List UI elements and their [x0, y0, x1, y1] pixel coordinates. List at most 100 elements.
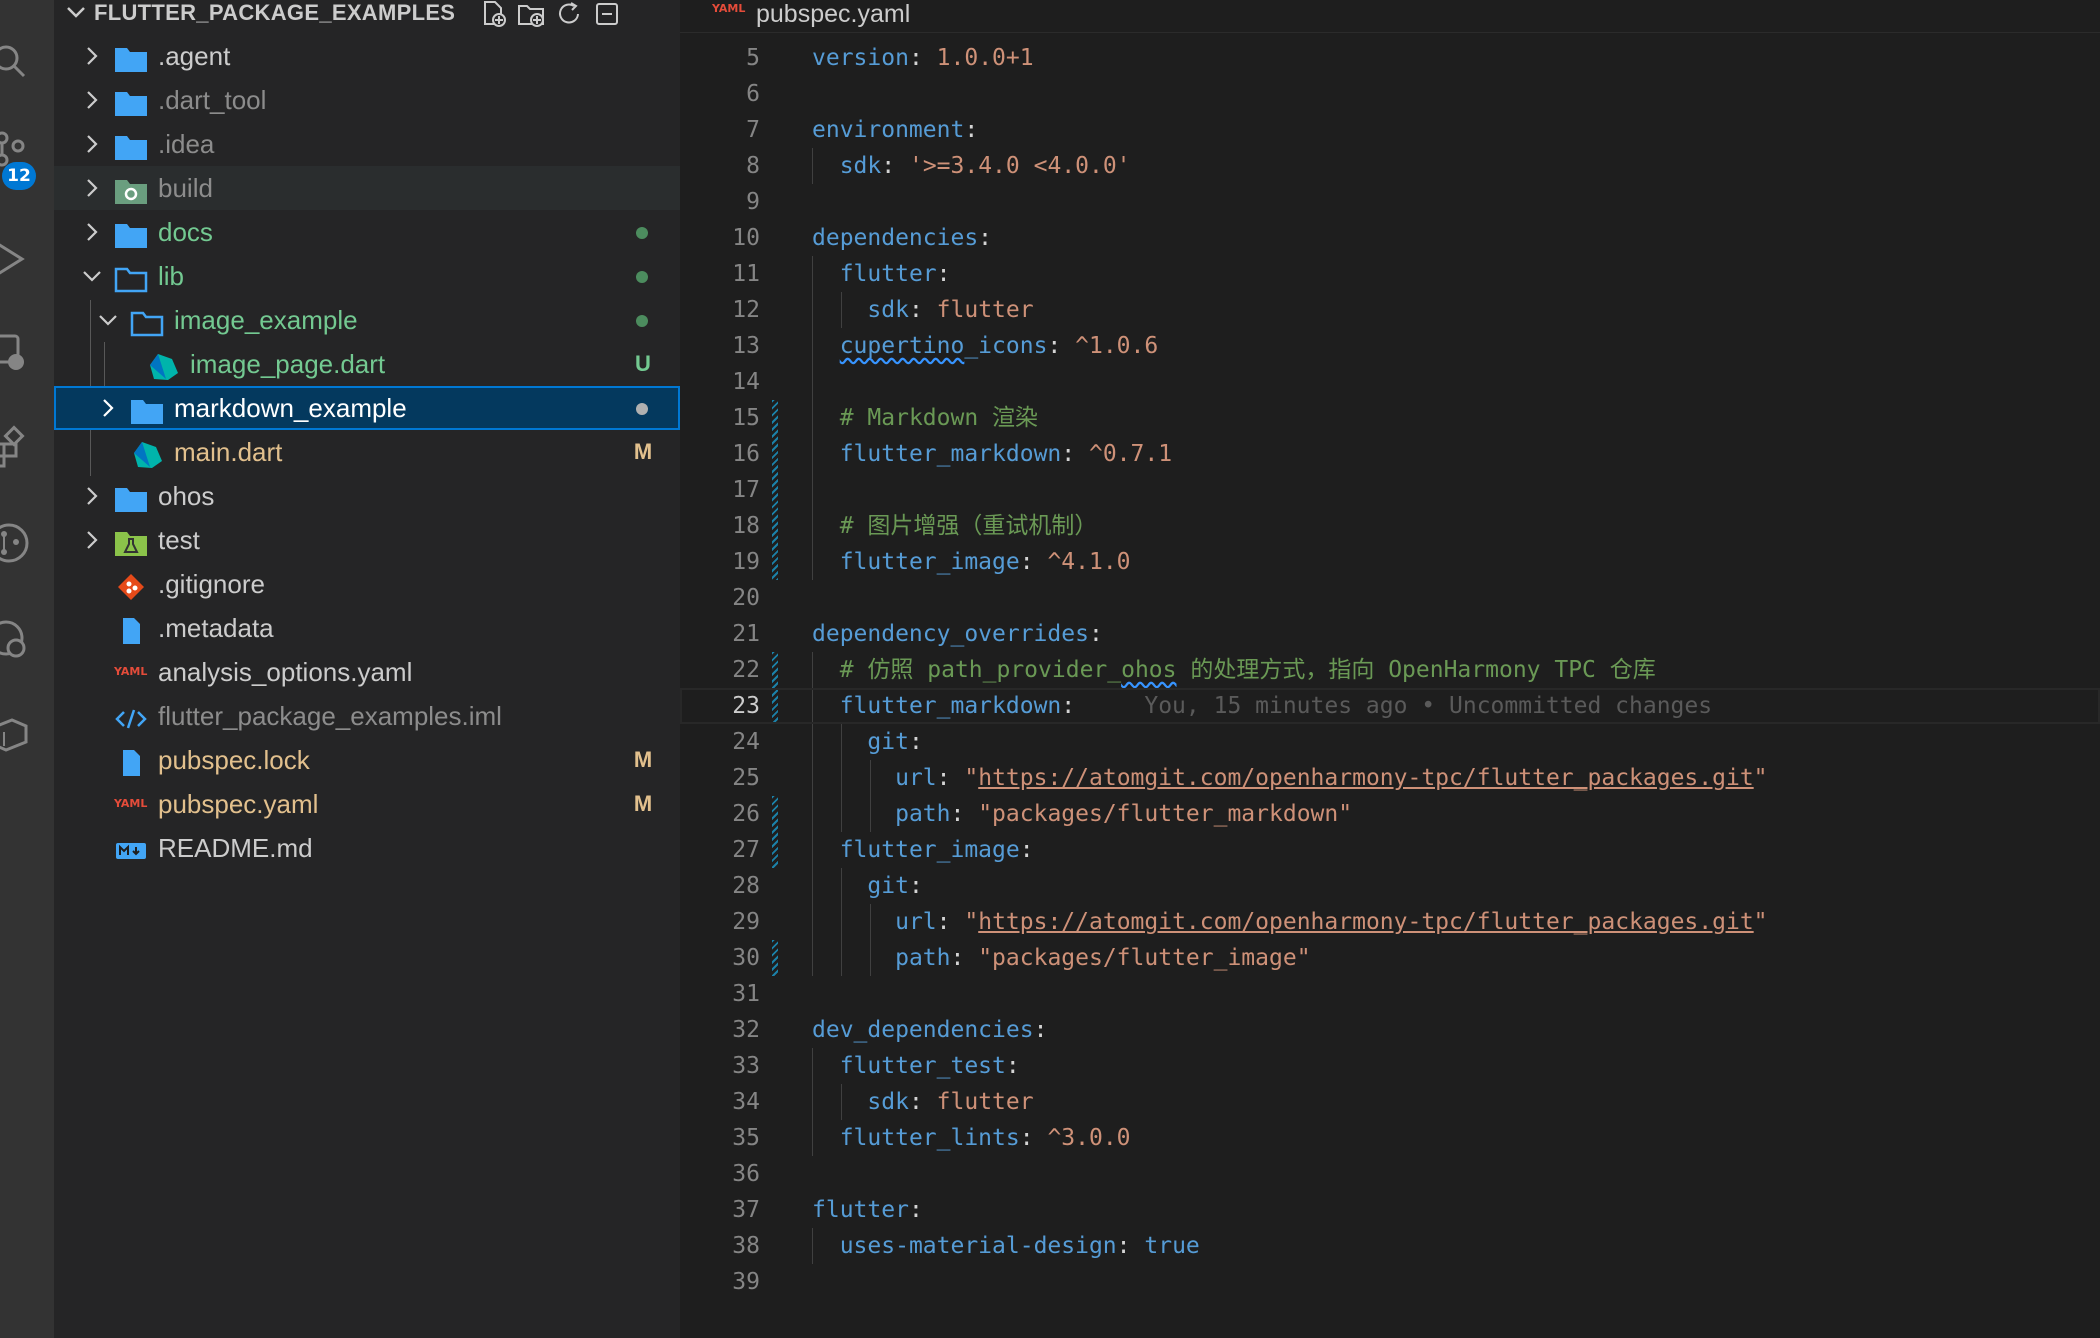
code-line[interactable]: 23 flutter_markdown: You, 15 minutes ago…: [680, 688, 2100, 724]
code-line[interactable]: 18 # 图片增强（重试机制）: [680, 508, 2100, 544]
code-line[interactable]: 28 git:: [680, 868, 2100, 904]
search-icon[interactable]: [0, 38, 32, 84]
code-line[interactable]: 10 dependencies:: [680, 220, 2100, 256]
editor-pane[interactable]: YAML pubspec.yaml 5 version: 1.0.0+1 6 7 env…: [680, 0, 2100, 1338]
tree-item-label: .metadata: [158, 613, 274, 643]
code-line[interactable]: 13 cupertino_icons: ^1.0.6: [680, 328, 2100, 364]
code-line[interactable]: 9: [680, 184, 2100, 220]
code-text: sdk: flutter: [867, 297, 1034, 323]
tree-folder-dart-tool[interactable]: .dart_tool: [54, 78, 680, 122]
tree-file-metadata[interactable]: .metadata: [54, 606, 680, 650]
chevron-right-icon[interactable]: [80, 474, 104, 518]
code-line[interactable]: 31: [680, 976, 2100, 1012]
tree-file-pubspec-lock[interactable]: pubspec.lock M: [54, 738, 680, 782]
refresh-icon[interactable]: [554, 0, 584, 28]
chevron-right-icon[interactable]: [80, 34, 104, 78]
tree-folder-test[interactable]: test: [54, 518, 680, 562]
chevron-right-icon[interactable]: [80, 122, 104, 166]
code-line[interactable]: 37 flutter:: [680, 1192, 2100, 1228]
folder-open-icon: [130, 306, 164, 337]
code-line[interactable]: 22 # 仿照 path_provider_ohos 的处理方式，指向 Open…: [680, 652, 2100, 688]
code-line[interactable]: 16 flutter_markdown: ^0.7.1: [680, 436, 2100, 472]
tree-file-iml[interactable]: flutter_package_examples.iml: [54, 694, 680, 738]
code-line[interactable]: 7 environment:: [680, 112, 2100, 148]
line-number: 17: [732, 477, 760, 503]
tree-folder-docs[interactable]: docs: [54, 210, 680, 254]
line-number: 33: [732, 1053, 760, 1079]
code-line[interactable]: 39: [680, 1264, 2100, 1300]
extensions-icon[interactable]: [0, 424, 32, 470]
code-line[interactable]: 14: [680, 364, 2100, 400]
tree-folder-agent[interactable]: .agent: [54, 34, 680, 78]
chevron-right-icon[interactable]: [80, 166, 104, 210]
code-text: cupertino_icons: ^1.0.6: [839, 333, 1159, 359]
tree-item-label: README.md: [158, 833, 313, 863]
code-line[interactable]: 38 uses-material-design: true: [680, 1228, 2100, 1264]
tree-folder-markdown-example[interactable]: markdown_example: [54, 386, 680, 430]
code-line[interactable]: 20: [680, 580, 2100, 616]
code-line[interactable]: 26 path: "packages/flutter_markdown": [680, 796, 2100, 832]
explorer-header[interactable]: FLUTTER_PACKAGE_EXAMPLES: [54, 0, 680, 28]
code-line[interactable]: 27 flutter_image:: [680, 832, 2100, 868]
git-graph-icon[interactable]: [0, 520, 32, 566]
database-icon[interactable]: [0, 712, 32, 758]
code-line[interactable]: 19 flutter_image: ^4.1.0: [680, 544, 2100, 580]
line-number: 28: [732, 873, 760, 899]
tree-folder-build[interactable]: build: [54, 166, 680, 210]
code-line[interactable]: 5 version: 1.0.0+1: [680, 40, 2100, 76]
chevron-right-icon[interactable]: [96, 386, 120, 430]
tree-file-readme[interactable]: README.md: [54, 826, 680, 870]
remote-explorer-icon[interactable]: [0, 330, 32, 376]
tree-file-main-dart[interactable]: main.dart M: [54, 430, 680, 474]
tree-file-image-page-dart[interactable]: image_page.dart U: [54, 342, 680, 386]
code-line[interactable]: 17: [680, 472, 2100, 508]
tree-item-label: test: [158, 525, 200, 555]
dart-file-icon: [146, 350, 180, 380]
code-line[interactable]: 36: [680, 1156, 2100, 1192]
line-number: 23: [732, 693, 760, 719]
chevron-right-icon[interactable]: [80, 78, 104, 122]
code-text: environment:: [812, 117, 979, 143]
new-folder-icon[interactable]: [516, 0, 546, 28]
tab-pubspec-yaml[interactable]: pubspec.yaml: [756, 0, 910, 28]
tree-folder-lib[interactable]: lib: [54, 254, 680, 298]
line-number: 36: [732, 1161, 760, 1187]
tree-file-analysis-options[interactable]: YAML analysis_options.yaml: [54, 650, 680, 694]
line-number: 21: [732, 621, 760, 647]
timeline-icon[interactable]: [0, 616, 32, 662]
chevron-down-icon[interactable]: [64, 0, 88, 32]
tree-folder-ohos[interactable]: ohos: [54, 474, 680, 518]
run-debug-icon[interactable]: [0, 236, 32, 282]
chevron-right-icon[interactable]: [80, 518, 104, 562]
code-line[interactable]: 11 flutter:: [680, 256, 2100, 292]
code-line[interactable]: 12 sdk: flutter: [680, 292, 2100, 328]
line-number: 12: [732, 297, 760, 323]
line-number: 37: [732, 1197, 760, 1223]
tree-folder-image-example[interactable]: image_example: [54, 298, 680, 342]
code-line[interactable]: 25 url: "https://atomgit.com/openharmony…: [680, 760, 2100, 796]
tree-file-pubspec-yaml[interactable]: YAML pubspec.yaml M: [54, 782, 680, 826]
code-line[interactable]: 34 sdk: flutter: [680, 1084, 2100, 1120]
collapse-all-icon[interactable]: [592, 0, 622, 28]
code-line[interactable]: 24 git:: [680, 724, 2100, 760]
line-number: 26: [732, 801, 760, 827]
code-text: sdk: flutter: [867, 1089, 1034, 1115]
code-text: url: "https://atomgit.com/openharmony-tp…: [895, 909, 1768, 935]
code-line[interactable]: 32 dev_dependencies:: [680, 1012, 2100, 1048]
chevron-right-icon[interactable]: [80, 210, 104, 254]
tree-file-gitignore[interactable]: .gitignore: [54, 562, 680, 606]
code-line[interactable]: 33 flutter_test:: [680, 1048, 2100, 1084]
chevron-down-icon[interactable]: [96, 298, 120, 342]
code-text: git:: [867, 873, 923, 899]
code-line[interactable]: 8 sdk: '>=3.4.0 <4.0.0': [680, 148, 2100, 184]
chevron-down-icon[interactable]: [80, 254, 104, 298]
code-line[interactable]: 29 url: "https://atomgit.com/openharmony…: [680, 904, 2100, 940]
new-file-icon[interactable]: [478, 0, 508, 28]
code-text: version: 1.0.0+1: [812, 45, 1034, 71]
code-line[interactable]: 6: [680, 76, 2100, 112]
code-line[interactable]: 15 # Markdown 渲染: [680, 400, 2100, 436]
code-line[interactable]: 21 dependency_overrides:: [680, 616, 2100, 652]
tree-folder-idea[interactable]: .idea: [54, 122, 680, 166]
code-line[interactable]: 35 flutter_lints: ^3.0.0: [680, 1120, 2100, 1156]
code-line[interactable]: 30 path: "packages/flutter_image": [680, 940, 2100, 976]
